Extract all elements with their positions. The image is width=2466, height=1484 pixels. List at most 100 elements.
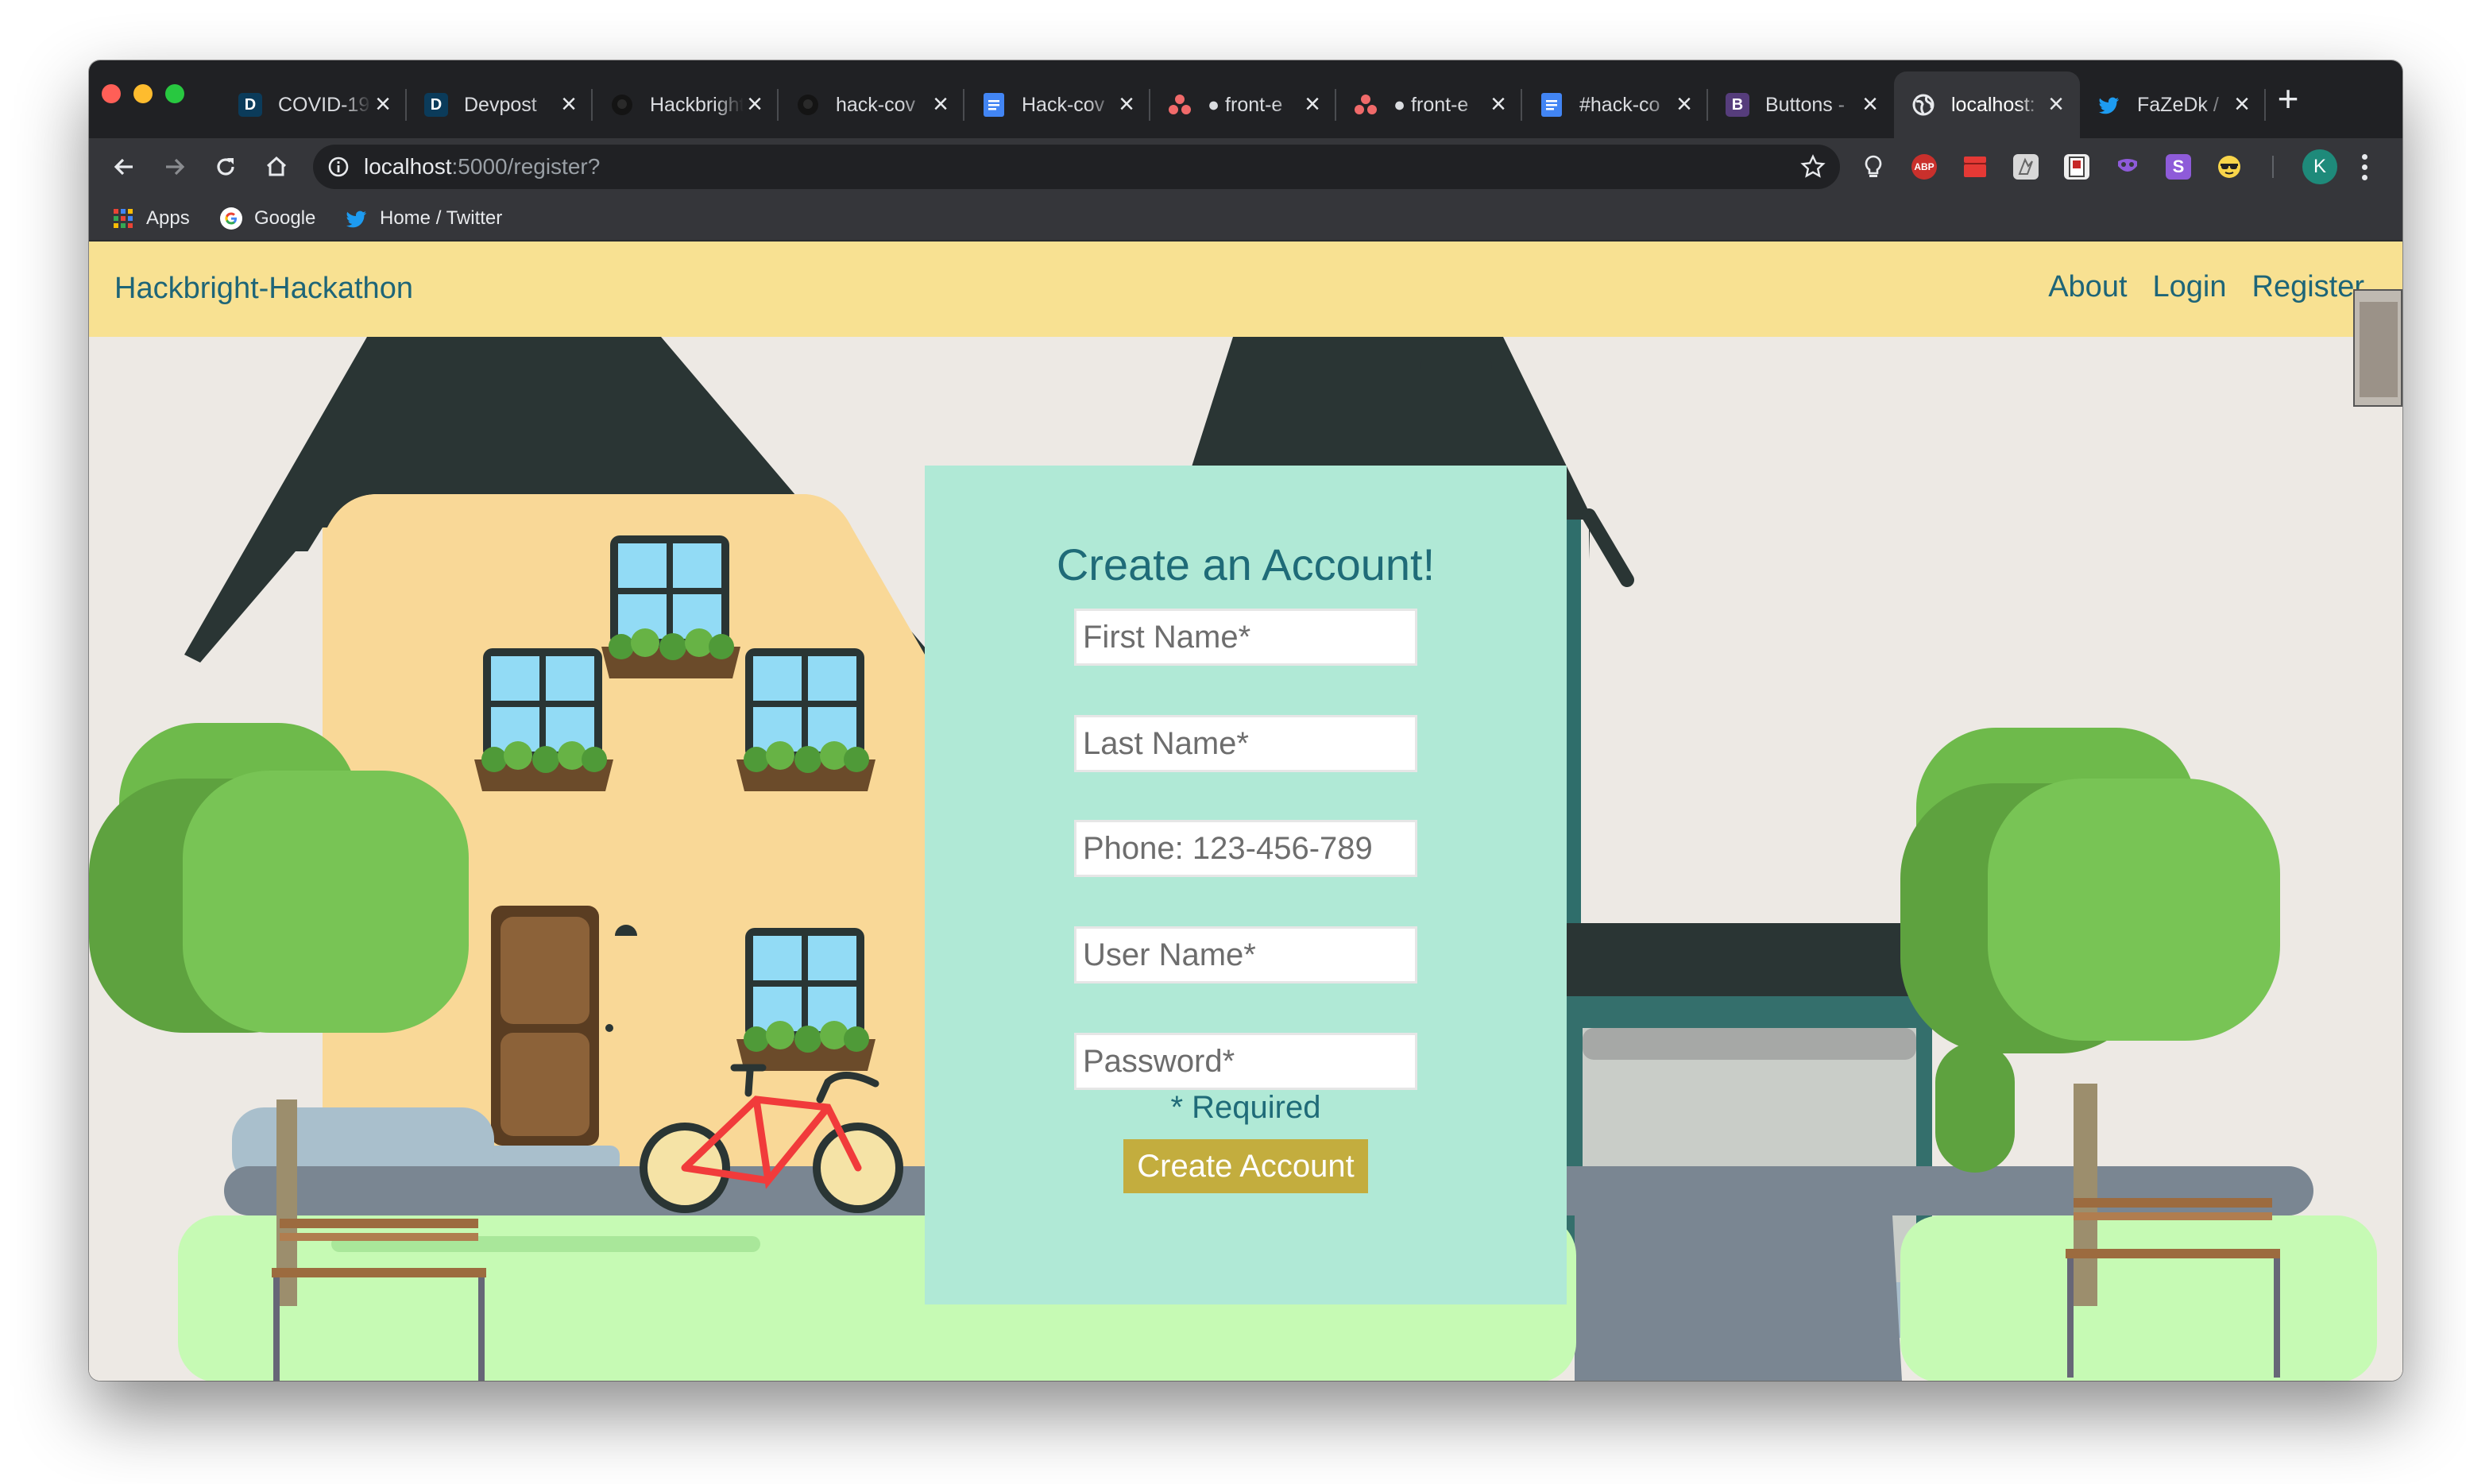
close-icon[interactable]: ×	[2231, 91, 2253, 118]
username-input[interactable]	[1074, 926, 1417, 984]
maximize-window-button[interactable]	[165, 84, 184, 103]
tab-twitter[interactable]: FaZeDk / ×	[2080, 71, 2266, 138]
bookmarks-bar: Apps Google Home / Twitter	[89, 195, 2402, 242]
tab-covid[interactable]: D COVID-19 ×	[221, 71, 407, 138]
password-input[interactable]	[1074, 1033, 1417, 1090]
devpost-icon: D	[424, 93, 448, 117]
nav-login-link[interactable]: Login	[2153, 270, 2227, 304]
bookmark-label: Apps	[146, 207, 190, 229]
tab-title: localhost:	[1951, 93, 2035, 116]
sunglasses-icon[interactable]	[2217, 154, 2242, 180]
mask-icon[interactable]	[2115, 154, 2140, 180]
site-brand-link[interactable]: Hackbright-Hackathon	[114, 272, 413, 306]
close-icon[interactable]: ×	[2045, 91, 2067, 118]
create-account-button[interactable]: Create Account	[1123, 1139, 1368, 1193]
window-top	[601, 535, 740, 678]
stylus-icon[interactable]: S	[2166, 154, 2191, 180]
stack-icon[interactable]	[1962, 154, 1988, 180]
close-icon[interactable]: ×	[1673, 91, 1695, 118]
tab-title: hack-cov	[836, 93, 916, 116]
browser-toolbar: localhost:5000/register? ABP S K	[89, 138, 2402, 195]
tab-list: D COVID-19 × D Devpost × Hackbright × ha…	[221, 71, 2266, 138]
tab-localhost[interactable]: localhost: ×	[1894, 71, 2080, 138]
site-navbar: Hackbright-Hackathon About Login Registe…	[89, 242, 2402, 337]
github-icon	[796, 93, 820, 117]
tab-front-end-asana[interactable]: ● front-e ×	[1150, 71, 1336, 138]
nav-register-link[interactable]: Register	[2252, 270, 2365, 304]
minimize-window-button[interactable]	[133, 84, 153, 103]
bookmark-apps[interactable]: Apps	[111, 205, 190, 232]
close-icon[interactable]: ×	[1115, 91, 1138, 118]
lightbulb-icon[interactable]	[1861, 154, 1886, 180]
asana-icon	[1168, 93, 1192, 117]
bookmark-google[interactable]: Google	[219, 205, 315, 232]
profile-avatar[interactable]: K	[2302, 149, 2337, 184]
close-icon[interactable]: ×	[372, 91, 394, 118]
twitter-icon	[345, 207, 369, 230]
globe-icon	[1911, 93, 1935, 117]
required-note: * Required	[1170, 1090, 1321, 1125]
devpost-icon: D	[238, 93, 262, 117]
book-icon[interactable]	[2064, 154, 2089, 180]
new-tab-button[interactable]: +	[2269, 80, 2307, 119]
bookmark-twitter[interactable]: Home / Twitter	[345, 205, 502, 232]
tab-title: Devpost	[464, 93, 537, 116]
last-name-input[interactable]	[1074, 715, 1417, 772]
url-path: :5000/register?	[451, 154, 601, 179]
google-icon	[219, 207, 243, 230]
reload-button[interactable]	[207, 148, 245, 186]
apps-grid-icon	[111, 207, 135, 230]
bookmark-label: Home / Twitter	[380, 207, 503, 229]
tab-title: FaZeDk /	[2137, 93, 2219, 116]
url-text: localhost:5000/register?	[364, 154, 600, 180]
tab-front-end-asana-2[interactable]: ● front-e ×	[1336, 71, 1522, 138]
tab-title: ● front-e	[1208, 93, 1283, 116]
tab-bootstrap-buttons[interactable]: B Buttons - ×	[1708, 71, 1894, 138]
google-docs-icon	[1540, 93, 1563, 117]
nav-about-link[interactable]: About	[2048, 270, 2127, 304]
tab-title: #hack-co	[1579, 93, 1660, 116]
forward-button[interactable]	[156, 148, 194, 186]
back-button[interactable]	[105, 148, 143, 186]
tab-hackbright-github[interactable]: Hackbright ×	[593, 71, 779, 138]
reload-icon	[217, 158, 234, 176]
tab-title: Buttons -	[1765, 93, 1846, 116]
close-icon[interactable]: ×	[930, 91, 952, 118]
tab-devpost[interactable]: D Devpost ×	[407, 71, 593, 138]
tab-title: Hack-cov	[1022, 93, 1105, 116]
page-viewport: Hackbright-Hackathon About Login Registe…	[89, 242, 2402, 1381]
tab-hack-channel-doc[interactable]: #hack-co ×	[1522, 71, 1708, 138]
close-icon[interactable]: ×	[1487, 91, 1509, 118]
tab-hack-cov-doc[interactable]: Hack-cov ×	[964, 71, 1150, 138]
kami-icon[interactable]	[2013, 154, 2039, 180]
home-icon	[266, 156, 287, 176]
adblock-plus-icon[interactable]: ABP	[1911, 154, 1937, 180]
twitter-icon	[2097, 93, 2121, 117]
close-icon[interactable]: ×	[1859, 91, 1881, 118]
github-icon	[610, 93, 634, 117]
back-arrow-icon	[114, 158, 133, 176]
close-icon[interactable]: ×	[744, 91, 766, 118]
browser-window: D COVID-19 × D Devpost × Hackbright × ha…	[89, 60, 2402, 1381]
close-icon[interactable]: ×	[1301, 91, 1324, 118]
close-icon[interactable]: ×	[558, 91, 580, 118]
asana-icon	[1354, 93, 1378, 117]
url-host: localhost	[364, 154, 452, 179]
tab-title: COVID-19	[278, 93, 370, 116]
phone-input[interactable]	[1074, 820, 1417, 877]
window-bottom	[736, 928, 875, 1071]
menu-icon[interactable]	[2355, 149, 2374, 184]
toolbar-divider	[2272, 156, 2274, 178]
bookmark-label: Google	[254, 207, 316, 229]
window-mid-left	[474, 648, 613, 791]
tab-title: Hackbright	[650, 93, 744, 116]
scrollbar-thumb[interactable]	[2353, 289, 2402, 407]
info-icon[interactable]	[327, 156, 350, 178]
tab-hack-cov-github[interactable]: hack-cov ×	[779, 71, 964, 138]
home-button[interactable]	[257, 148, 296, 186]
first-name-input[interactable]	[1074, 609, 1417, 666]
bookmark-star-icon[interactable]	[1800, 154, 1826, 180]
close-window-button[interactable]	[102, 84, 121, 103]
window-mid-right	[736, 648, 875, 791]
address-bar[interactable]: localhost:5000/register?	[313, 145, 1840, 189]
